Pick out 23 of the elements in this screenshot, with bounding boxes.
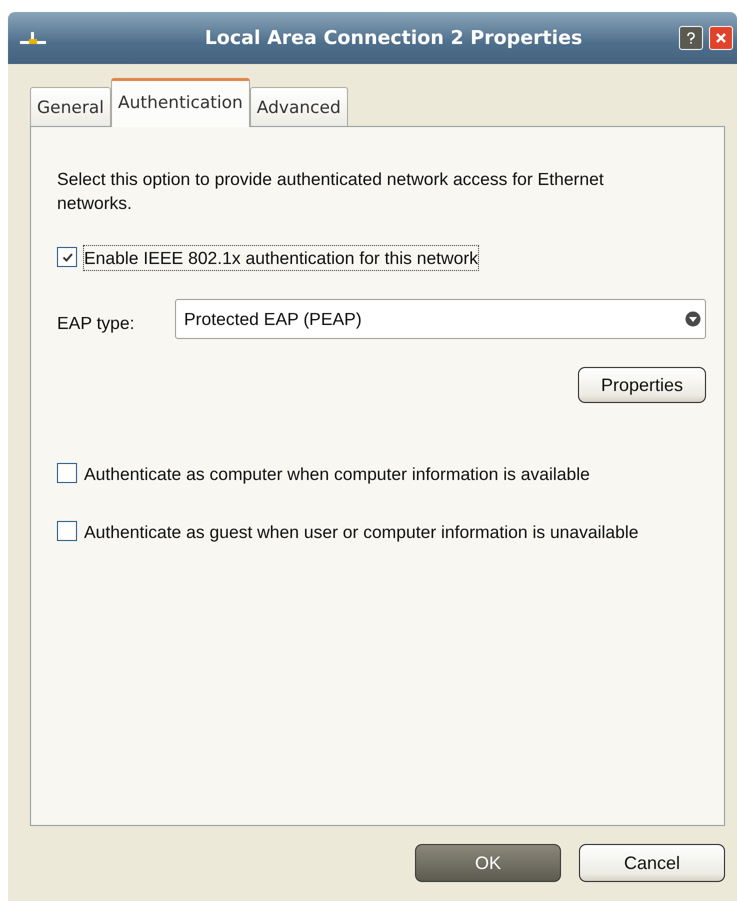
eap-type-dropdown[interactable]: Protected EAP (PEAP): [175, 299, 706, 339]
checkbox-label[interactable]: Authenticate as guest when user or computer information is unavailable: [83, 519, 640, 545]
tab[interactable]: General: [30, 87, 111, 127]
dialog-button[interactable]: Cancel: [579, 844, 725, 882]
check-mark-icon: [60, 250, 74, 264]
description-text: Select this option to provide authenticated network access for Ethernet networks.: [57, 168, 605, 215]
tab[interactable]: Advanced: [250, 87, 348, 127]
dialog-button[interactable]: OK: [415, 844, 561, 882]
checkbox-label[interactable]: Authenticate as computer when computer information is available: [83, 461, 591, 487]
eap-type-label: EAP type:: [57, 312, 136, 334]
network-icon: [18, 30, 48, 46]
checkbox-label[interactable]: Enable IEEE 802.1x authentication for this network: [83, 245, 479, 271]
help-button[interactable]: [679, 26, 703, 50]
question-mark-icon: [686, 32, 696, 44]
tab[interactable]: Authentication: [111, 78, 250, 127]
checkbox[interactable]: [57, 247, 77, 267]
checkbox[interactable]: [57, 463, 77, 483]
checkbox[interactable]: [57, 521, 77, 541]
close-icon: [715, 32, 727, 44]
properties-button[interactable]: Properties: [578, 367, 706, 403]
window-title: Local Area Connection 2 Properties: [204, 27, 584, 49]
close-button[interactable]: [709, 26, 733, 50]
caret-icon: [685, 311, 701, 327]
